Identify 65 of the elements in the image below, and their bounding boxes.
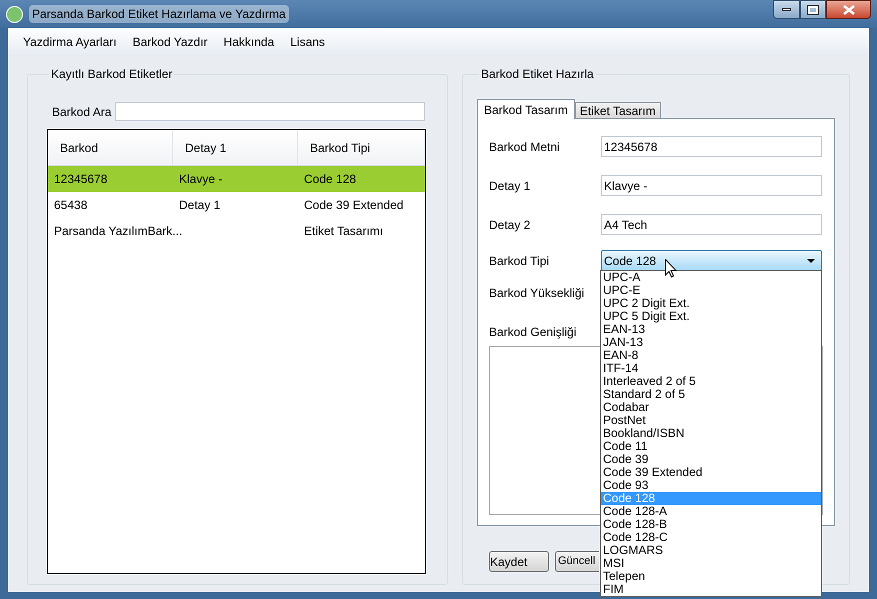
- dropdown-option[interactable]: Bookland/ISBN: [601, 427, 821, 440]
- dropdown-option[interactable]: MSI: [601, 557, 821, 570]
- app-icon: [6, 6, 23, 22]
- text-field[interactable]: Klavye -: [601, 175, 822, 196]
- column-header[interactable]: Barkod Tipi: [298, 130, 425, 165]
- dropdown-option[interactable]: Code 39: [601, 453, 821, 466]
- column-header[interactable]: Barkod: [48, 130, 173, 165]
- tab[interactable]: Etiket Tasarım: [574, 102, 661, 119]
- text-field[interactable]: 12345678: [601, 136, 822, 157]
- table-row[interactable]: 12345678 Klavye - Code 128: [48, 166, 425, 192]
- dropdown-option[interactable]: Codabar: [601, 401, 821, 414]
- field-label: Barkod Yüksekliği: [489, 284, 584, 302]
- field-label: Detay 1: [489, 178, 532, 194]
- dropdown-option[interactable]: UPC 2 Digit Ext.: [601, 297, 821, 310]
- dropdown-option[interactable]: Code 128-B: [601, 518, 821, 531]
- table-cell-text: Klavye -: [179, 171, 222, 188]
- table-cell-text: 12345678: [54, 171, 108, 188]
- caret-icon: [807, 258, 815, 262]
- field-label: Barkod Genişliği: [489, 324, 576, 340]
- field-label: Barkod Metni: [489, 138, 561, 156]
- dropdown[interactable]: Code 128: [601, 250, 822, 271]
- table-cell-text: Parsanda YazılımBark...: [54, 223, 182, 240]
- window-title: Parsanda Barkod Etiket Hazırlama ve Yazdırma: [29, 5, 289, 23]
- dropdown-option[interactable]: EAN-8: [601, 349, 821, 362]
- dropdown-option[interactable]: Code 93: [601, 479, 821, 492]
- close-button[interactable]: [826, 0, 871, 19]
- dropdown-option[interactable]: EAN-13: [601, 323, 821, 336]
- table-cell-text: Etiket Tasarımı: [304, 223, 384, 240]
- table-cell-text: Detay 1: [179, 197, 220, 214]
- dropdown-option[interactable]: Interleaved 2 of 5: [601, 375, 821, 388]
- menu-item[interactable]: Barkod Yazdır: [126, 31, 214, 53]
- dropdown-option[interactable]: UPC 5 Digit Ext.: [601, 310, 821, 323]
- table-cell-text: 65438: [54, 197, 88, 214]
- table-cell-text: Code 39 Extended: [304, 197, 404, 214]
- group-title: Kayıtlı Barkod Etiketler: [50, 66, 174, 83]
- text-field[interactable]: A4 Tech: [601, 214, 822, 235]
- dropdown-option[interactable]: Code 11: [601, 440, 821, 453]
- dropdown-option[interactable]: ITF-14: [601, 362, 821, 375]
- dropdown-option[interactable]: Code 128-A: [601, 505, 821, 518]
- maximize-button[interactable]: [800, 0, 826, 19]
- minimize-button[interactable]: [773, 0, 800, 19]
- search-field[interactable]: [115, 102, 425, 121]
- tab[interactable]: Barkod Tasarım: [477, 99, 575, 119]
- dropdown-option[interactable]: PostNet: [601, 414, 821, 427]
- field-label: Detay 2: [489, 216, 532, 234]
- field-label: Barkod Ara: [52, 104, 112, 120]
- dropdown-option[interactable]: Standard 2 of 5: [601, 388, 821, 401]
- menu-item[interactable]: Lisans: [284, 31, 331, 53]
- dropdown-option[interactable]: JAN-13: [601, 336, 821, 349]
- menu-item[interactable]: Yazdirma Ayarları: [17, 31, 123, 53]
- menu-item[interactable]: Hakkında: [218, 31, 280, 53]
- table-cell-text: Code 128: [304, 171, 356, 188]
- dropdown-option[interactable]: LOGMARS: [601, 544, 821, 557]
- dropdown-option[interactable]: UPC-E: [601, 284, 821, 297]
- column-header[interactable]: Detay 1: [173, 130, 298, 165]
- action-button[interactable]: Güncell: [555, 551, 599, 572]
- dropdown-option[interactable]: UPC-A: [601, 271, 821, 284]
- dropdown-option[interactable]: FIM: [601, 583, 821, 596]
- dropdown-option[interactable]: Code 39 Extended: [601, 466, 821, 479]
- dropdown-option[interactable]: Code 128-C: [601, 531, 821, 544]
- action-button[interactable]: Kaydet: [489, 551, 549, 572]
- field-label: Barkod Tipi: [489, 252, 550, 270]
- group-title: Barkod Etiket Hazırla: [480, 66, 595, 83]
- close-icon: [842, 4, 854, 14]
- dropdown-option[interactable]: Telepen: [601, 570, 821, 583]
